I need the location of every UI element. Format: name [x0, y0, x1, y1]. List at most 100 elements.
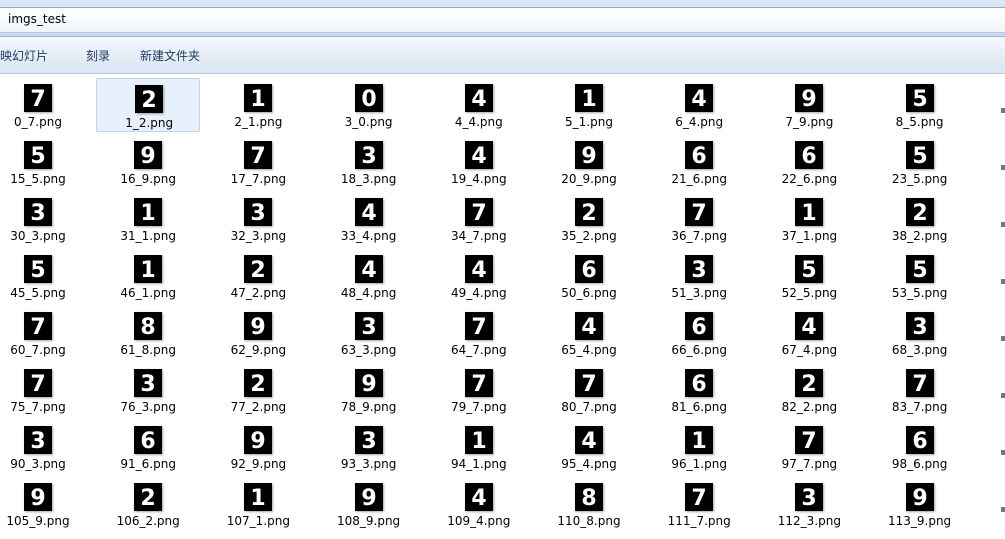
file-item[interactable]: 1 37_1.png	[757, 192, 861, 246]
file-item[interactable]: 1 96_1.png	[647, 420, 751, 474]
file-item[interactable]: 7 17_7.png	[206, 135, 310, 189]
file-item[interactable]: 8 61_8.png	[96, 306, 200, 360]
file-item[interactable]: 6 50_6.png	[537, 249, 641, 303]
file-name: 17_7.png	[230, 172, 287, 186]
file-item[interactable]: 4 19_4.png	[427, 135, 531, 189]
file-item[interactable]: 7 80_7.png	[537, 363, 641, 417]
thumbnail-digit: 7	[471, 201, 486, 226]
file-name: 7_9.png	[785, 115, 834, 129]
file-item[interactable]: 6 91_6.png	[96, 420, 200, 474]
new-folder-button[interactable]: 新建文件夹	[140, 47, 200, 64]
file-item[interactable]: 9 20_9.png	[537, 135, 641, 189]
file-item[interactable]: 8 110_8.png	[537, 477, 641, 531]
file-item[interactable]: 3 112_3.png	[757, 477, 861, 531]
file-item[interactable]: 1 107_1.png	[206, 477, 310, 531]
file-item[interactable]: 3 32_3.png	[206, 192, 310, 246]
file-item[interactable]: 6 22_6.png	[757, 135, 861, 189]
file-item[interactable]: 4 109_4.png	[427, 477, 531, 531]
file-item[interactable]: 3 63_3.png	[317, 306, 421, 360]
file-item[interactable]: 7 36_7.png	[647, 192, 751, 246]
file-item[interactable]: 9 113_9.png	[868, 477, 972, 531]
thumbnail-digit: 1	[141, 201, 156, 226]
file-item[interactable]: 7 60_7.png	[0, 306, 90, 360]
thumbnail-digit: 1	[692, 429, 707, 454]
file-item[interactable]: 6 81_6.png	[647, 363, 751, 417]
file-item[interactable]: 4 49_4.png	[427, 249, 531, 303]
file-item[interactable]: 4 33_4.png	[317, 192, 421, 246]
file-item[interactable]: 4 6_4.png	[647, 78, 751, 132]
file-item[interactable]: 3 68_3.png	[868, 306, 972, 360]
file-item[interactable]: 5 53_5.png	[868, 249, 972, 303]
image-thumbnail: 4	[464, 84, 493, 112]
image-thumbnail: 1	[464, 426, 493, 454]
file-item[interactable]: 3 30_3.png	[0, 192, 90, 246]
file-item[interactable]: 0 3_0.png	[317, 78, 421, 132]
file-item[interactable]: 6 21_6.png	[647, 135, 751, 189]
file-item[interactable]: 6 66_6.png	[647, 306, 751, 360]
file-item[interactable]: 3 93_3.png	[317, 420, 421, 474]
file-item[interactable]: 9 16_9.png	[96, 135, 200, 189]
file-name: 97_7.png	[781, 457, 838, 471]
file-item[interactable]: 7 75_7.png	[0, 363, 90, 417]
image-thumbnail: 7	[464, 369, 493, 397]
file-item[interactable]: 9 105_9.png	[0, 477, 90, 531]
burn-button[interactable]: 刻录	[86, 47, 110, 64]
file-item[interactable]: 2 47_2.png	[206, 249, 310, 303]
file-item[interactable]: 3 90_3.png	[0, 420, 90, 474]
image-thumbnail: 2	[135, 85, 164, 113]
file-item[interactable]: 2 106_2.png	[96, 477, 200, 531]
file-item[interactable]: 1 31_1.png	[96, 192, 200, 246]
file-item[interactable]: 1 5_1.png	[537, 78, 641, 132]
image-thumbnail: 4	[464, 255, 493, 283]
image-thumbnail: 1	[244, 84, 273, 112]
file-item[interactable]: 2 38_2.png	[868, 192, 972, 246]
file-name: 105_9.png	[6, 514, 70, 528]
file-item[interactable]: 5 8_5.png	[868, 78, 972, 132]
file-item[interactable]: 7 64_7.png	[427, 306, 531, 360]
file-item[interactable]: 9 92_9.png	[206, 420, 310, 474]
file-item[interactable]: 5 52_5.png	[757, 249, 861, 303]
slideshow-button[interactable]: 放映幻灯片	[0, 47, 48, 64]
file-item[interactable]: 2 77_2.png	[206, 363, 310, 417]
file-item[interactable]: 3 18_3.png	[317, 135, 421, 189]
file-item[interactable]: 7 111_7.png	[647, 477, 751, 531]
file-name: 98_6.png	[891, 457, 948, 471]
thumbnail-digit: 3	[141, 372, 156, 397]
image-thumbnail: 3	[354, 426, 383, 454]
file-item[interactable]: 4 67_4.png	[757, 306, 861, 360]
file-item[interactable]: 7 83_7.png	[868, 363, 972, 417]
address-bar[interactable]: imgs_test	[0, 7, 1005, 33]
file-item[interactable]: 1 94_1.png	[427, 420, 531, 474]
file-item[interactable]: 7 79_7.png	[427, 363, 531, 417]
thumbnail-digit: 2	[141, 486, 156, 511]
file-item[interactable]: 1 2_1.png	[206, 78, 310, 132]
file-item[interactable]: 9 78_9.png	[317, 363, 421, 417]
file-name: 15_5.png	[10, 172, 66, 186]
file-item[interactable]: 6 98_6.png	[868, 420, 972, 474]
file-item[interactable]: 4 4_4.png	[427, 78, 531, 132]
file-item[interactable]: 9 62_9.png	[206, 306, 310, 360]
file-name: 92_9.png	[230, 457, 287, 471]
file-item[interactable]: 2 35_2.png	[537, 192, 641, 246]
file-item[interactable]: 5 45_5.png	[0, 249, 90, 303]
file-item[interactable]: 1 46_1.png	[96, 249, 200, 303]
file-item[interactable]: 2 82_2.png	[757, 363, 861, 417]
file-name: 45_5.png	[10, 286, 66, 300]
file-item[interactable]: 3 76_3.png	[96, 363, 200, 417]
file-name: 113_9.png	[887, 514, 952, 528]
file-name: 80_7.png	[561, 400, 617, 414]
file-item[interactable]: 4 48_4.png	[317, 249, 421, 303]
file-item[interactable]: 5 23_5.png	[868, 135, 972, 189]
file-item[interactable]: 7 97_7.png	[757, 420, 861, 474]
file-item[interactable]: 5 15_5.png	[0, 135, 90, 189]
file-item[interactable]: 7 0_7.png	[0, 78, 90, 132]
file-item[interactable]: 4 95_4.png	[537, 420, 641, 474]
file-item[interactable]: 4 65_4.png	[537, 306, 641, 360]
thumbnail-digit: 1	[471, 429, 486, 454]
file-item[interactable]: 7 34_7.png	[427, 192, 531, 246]
file-item[interactable]: 3 51_3.png	[647, 249, 751, 303]
file-item[interactable]: 2 1_2.png	[96, 78, 201, 132]
file-item[interactable]: 9 7_9.png	[757, 78, 861, 132]
image-thumbnail: 4	[354, 198, 383, 226]
file-item[interactable]: 9 108_9.png	[317, 477, 421, 531]
